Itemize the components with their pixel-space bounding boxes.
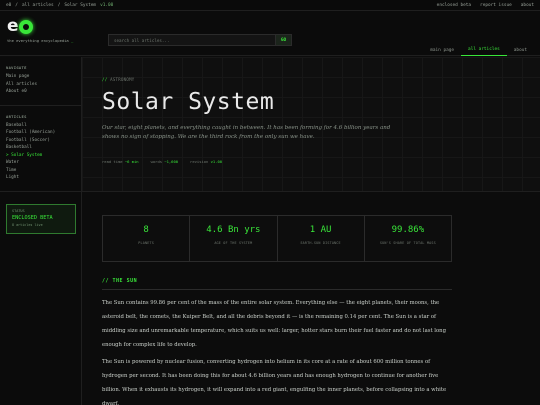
sidebar-heading-navigate: NAVIGATE xyxy=(6,65,27,70)
status-label: STATUS xyxy=(12,208,25,213)
main-nav-tabs: main page all articles about xyxy=(423,44,534,56)
tab-main-page[interactable]: main page xyxy=(423,44,461,56)
site-tagline: the everything encyclopedia _ xyxy=(7,38,73,43)
status-subtitle: 8 articles live xyxy=(12,222,43,227)
meta-value: v1.00 xyxy=(210,159,223,164)
stat-label: AGE OF THE SYSTEM xyxy=(214,241,253,245)
stat-value: 8 xyxy=(143,225,149,235)
breadcrumb-home[interactable]: e0 xyxy=(6,3,11,8)
sidebar-item-main-page[interactable]: Main page xyxy=(6,73,75,81)
stat-label: SUN'S SHARE OF TOTAL MASS xyxy=(379,241,436,245)
article-paragraph: The Sun is powered by nuclear fusion, co… xyxy=(102,359,447,405)
search-go-button[interactable]: GO xyxy=(275,35,291,45)
breadcrumb-separator: / xyxy=(57,2,61,8)
logo-block[interactable]: e the everything encyclopedia _ xyxy=(7,18,73,44)
tab-about[interactable]: about xyxy=(507,44,534,56)
article-paragraph: The Sun contains 99.86 per cent of the m… xyxy=(102,300,446,348)
version-badge: v1.00 xyxy=(100,2,114,8)
meta-label: words xyxy=(150,159,163,164)
top-links: enclosed beta report issue about xyxy=(437,3,534,8)
top-link-about[interactable]: about xyxy=(521,3,534,8)
meta-words: words ~1,600 xyxy=(151,159,178,164)
logo-zero-icon xyxy=(18,19,33,34)
status-title: ENCLOSED BETA xyxy=(12,214,53,221)
stat-label: EARTH-SUN DISTANCE xyxy=(300,241,341,245)
top-link-enclosed-beta[interactable]: enclosed beta xyxy=(437,3,471,8)
sidebar-heading-articles: ARTICLES xyxy=(6,113,27,119)
stat-distance: 1 AU EARTH-SUN DISTANCE xyxy=(278,216,365,261)
sidebar-item-football-soccer[interactable]: Football (Soccer) xyxy=(6,137,75,145)
sidebar-item-football-american[interactable]: Football (American) xyxy=(6,129,75,137)
sidebar-item-all-articles[interactable]: All articles xyxy=(6,81,75,89)
logo-letter: e xyxy=(7,16,19,36)
stat-value: 99.86% xyxy=(391,225,425,235)
top-link-report-issue[interactable]: report issue xyxy=(480,3,512,8)
sidebar-item-time[interactable]: Time xyxy=(6,167,75,175)
sidebar: NAVIGATE Main page All articles About e0… xyxy=(0,57,82,405)
breadcrumb-all-articles[interactable]: all articles xyxy=(22,3,54,8)
stat-age: 4.6 Bn yrs AGE OF THE SYSTEM xyxy=(190,216,278,261)
sidebar-item-solar-system[interactable]: > Solar System xyxy=(6,152,75,160)
tagline-text: the everything encyclopedia xyxy=(7,38,69,43)
sidebar-item-light[interactable]: Light xyxy=(6,174,75,182)
breadcrumb-separator: / xyxy=(15,2,18,8)
sidebar-item-baseball[interactable]: Baseball xyxy=(6,122,75,130)
article-lede: Our star, eight planets, and everything … xyxy=(102,125,391,140)
tab-all-articles[interactable]: all articles xyxy=(461,44,507,56)
sidebar-item-basketball[interactable]: Basketball xyxy=(6,144,75,152)
meta-value: ~1,600 xyxy=(164,159,179,164)
category-label: ASTRONOMY xyxy=(110,77,135,82)
top-bar: e0 / all articles / Solar System v1.00 e… xyxy=(0,0,540,11)
article-hero: // ASTRONOMY Solar System Our star, eigh… xyxy=(82,57,540,192)
meta-label: read time xyxy=(102,159,123,164)
sidebar-divider xyxy=(0,190,81,192)
page-title: Solar System xyxy=(102,89,275,115)
meta-revision: revision v1.00 xyxy=(190,159,222,164)
sidebar-item-about[interactable]: About e0 xyxy=(6,88,75,96)
article-category: // ASTRONOMY xyxy=(102,77,135,82)
meta-label: revision xyxy=(190,159,209,164)
sidebar-divider xyxy=(0,104,81,106)
status-badge: STATUS ENCLOSED BETA 8 articles live xyxy=(6,203,76,234)
search-bar: GO xyxy=(108,34,292,46)
section-divider xyxy=(102,289,452,290)
stats-panel: 8 PLANETS 4.6 Bn yrs AGE OF THE SYSTEM 1… xyxy=(102,215,452,262)
section-heading: // THE SUN xyxy=(102,278,138,284)
breadcrumb-current: Solar System xyxy=(64,2,97,8)
cursor-glyph: _ xyxy=(71,38,74,43)
stat-planets: 8 PLANETS xyxy=(103,216,191,261)
stat-value: 1 AU xyxy=(309,225,332,235)
meta-read-time: read time ~6 min xyxy=(102,159,139,164)
breadcrumb: e0 / all articles / Solar System v1.00 xyxy=(6,3,113,8)
stat-label: PLANETS xyxy=(138,241,154,245)
sidebar-item-water[interactable]: Water xyxy=(6,159,75,167)
article-main: // ASTRONOMY Solar System Our star, eigh… xyxy=(82,57,540,405)
search-input[interactable] xyxy=(109,35,275,45)
stat-value: 4.6 Bn yrs xyxy=(206,225,261,235)
site-logo[interactable]: e xyxy=(7,18,73,35)
article-meta: read time ~6 min words ~1,600 revision v… xyxy=(102,159,222,164)
meta-value: ~6 min xyxy=(124,159,139,164)
site-header: e the everything encyclopedia _ GO main … xyxy=(0,11,540,56)
category-prefix: // xyxy=(102,77,108,82)
stat-mass-share: 99.86% SUN'S SHARE OF TOTAL MASS xyxy=(365,216,451,261)
